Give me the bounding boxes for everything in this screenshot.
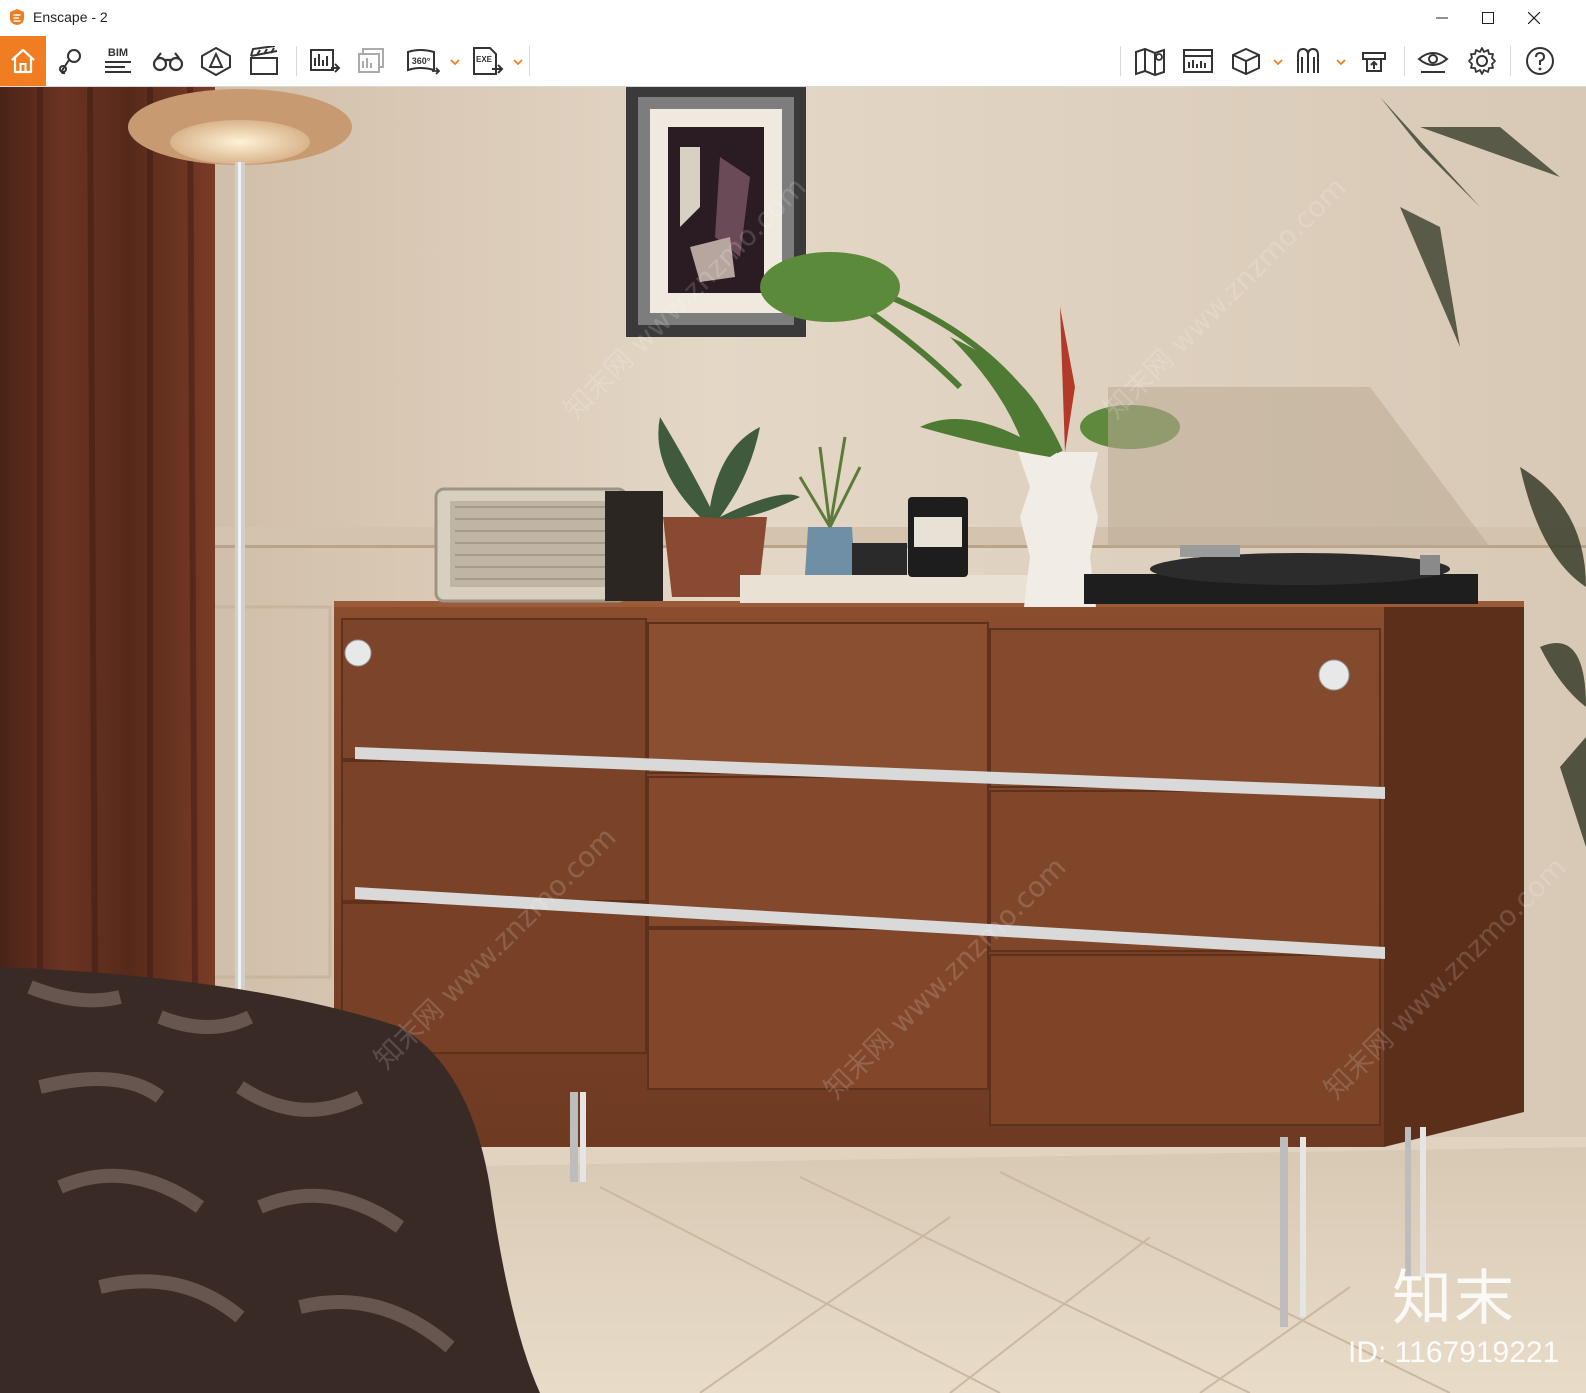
panorama-button[interactable]: 360° [401, 39, 445, 83]
video-editor-button[interactable] [242, 39, 286, 83]
clapperboard-icon [250, 46, 278, 75]
bim-icon [105, 61, 131, 73]
eye-settings-icon [1417, 52, 1449, 73]
material-editor-button[interactable] [1288, 39, 1332, 83]
batch-render-icon [358, 48, 384, 73]
chevron-down-icon[interactable] [1273, 58, 1283, 66]
help-icon [1526, 47, 1554, 75]
chevron-down-icon[interactable] [1336, 58, 1346, 66]
close-button[interactable] [1511, 0, 1557, 36]
visual-settings-button[interactable] [1411, 39, 1455, 83]
panorama-label: 360° [412, 56, 431, 66]
chevron-down-icon[interactable] [450, 58, 460, 66]
home-icon [11, 48, 35, 74]
map-icon [1135, 47, 1165, 77]
walk-mode-button[interactable] [146, 39, 190, 83]
binoculars-icon [152, 52, 184, 72]
settings-button[interactable] [1460, 39, 1504, 83]
main-toolbar: BIM 360° EXE [0, 36, 1586, 116]
help-button[interactable] [1518, 39, 1562, 83]
info-panel-button[interactable] [1176, 39, 1220, 83]
toolbar-separator [1404, 46, 1405, 76]
export-exe-label: EXE [476, 55, 493, 64]
views-button[interactable] [48, 39, 92, 83]
toolbar-separator [296, 46, 297, 76]
section-box-button[interactable] [1224, 39, 1268, 83]
title-bar: Enscape - 2 [0, 0, 1586, 37]
enscape-logo-icon [10, 9, 24, 25]
watermark-id: ID: 1167919221 [1348, 1336, 1560, 1369]
map-button[interactable] [1128, 39, 1172, 83]
close-icon [1528, 12, 1540, 24]
upload-button[interactable] [1352, 39, 1396, 83]
upload-icon [1362, 52, 1386, 72]
bim-label: BIM [107, 47, 129, 59]
export-exe-icon: EXE [473, 47, 504, 75]
minimize-icon [1436, 17, 1448, 19]
material-icon [1297, 47, 1319, 73]
render-viewport[interactable]: 知末网 www.znzmo.com 知末网 www.znzmo.com 知末网 … [0, 87, 1586, 1393]
batch-render-button[interactable] [351, 39, 395, 83]
window-title: Enscape - 2 [33, 9, 108, 25]
info-panel-icon [1183, 49, 1213, 73]
panorama-360-icon: 360° [407, 49, 441, 75]
toolbar-separator [529, 46, 530, 76]
toolbar-separator [1120, 46, 1121, 76]
maximize-button[interactable] [1465, 0, 1511, 36]
minimize-button[interactable] [1419, 0, 1465, 36]
export-exe-button[interactable]: EXE [465, 39, 509, 83]
map-pin-icon [59, 49, 81, 75]
render-image-icon [310, 49, 341, 73]
asset-library-icon [201, 46, 231, 77]
watermark-logo: 知末 [1392, 1264, 1516, 1334]
screenshot-button[interactable] [303, 39, 347, 83]
bim-button[interactable]: BIM [96, 39, 140, 83]
scene-render [0, 87, 1586, 1393]
home-button[interactable] [0, 36, 46, 86]
maximize-icon [1482, 12, 1494, 24]
cube-icon [1232, 47, 1260, 76]
toolbar-separator [1510, 46, 1511, 76]
asset-library-button[interactable] [194, 39, 238, 83]
chevron-down-icon[interactable] [513, 58, 523, 66]
gear-icon [1468, 47, 1496, 75]
